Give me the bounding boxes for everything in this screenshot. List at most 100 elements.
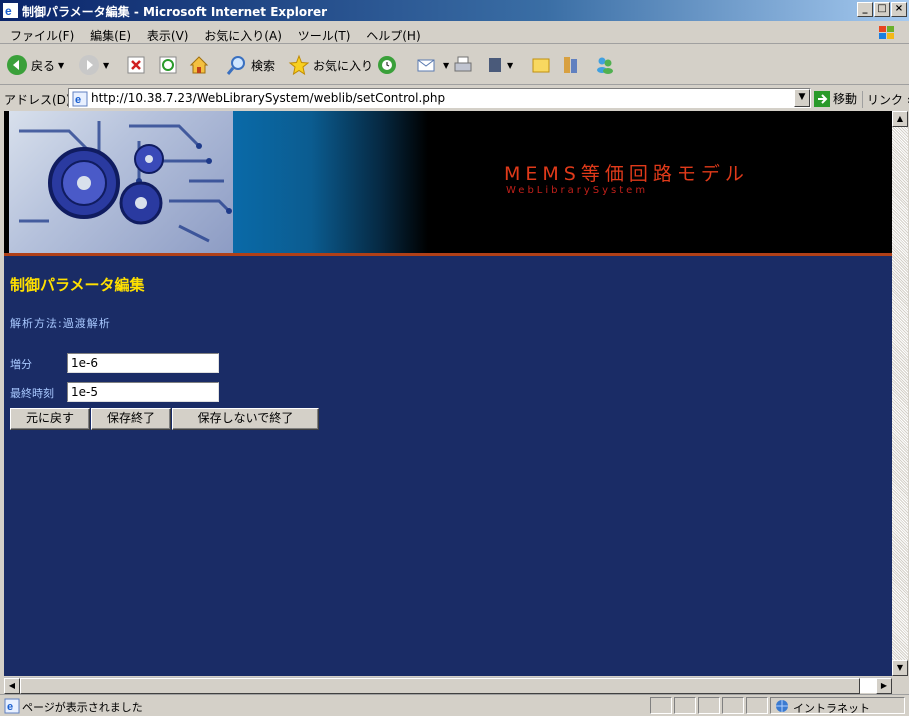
edit-dropdown-icon[interactable]: ▼ <box>507 61 513 70</box>
status-pane <box>674 697 696 714</box>
circuit-board-icon <box>19 121 232 243</box>
increment-label: 増分 <box>10 358 32 371</box>
search-icon <box>226 56 245 75</box>
svg-text:e: e <box>5 4 12 18</box>
menu-view[interactable]: 表示(V) <box>141 24 195 47</box>
revert-button[interactable]: 元に戻す <box>10 408 90 430</box>
window-controls: _ □ × <box>856 2 907 17</box>
mail-button[interactable]: ▼ <box>416 52 449 78</box>
search-button[interactable]: 検索 <box>226 52 275 78</box>
stop-button[interactable] <box>126 52 146 78</box>
security-zone: イントラネット <box>770 697 905 715</box>
search-label: 検索 <box>251 58 276 73</box>
save-exit-button[interactable]: 保存終了 <box>91 408 171 430</box>
home-button[interactable] <box>188 52 210 78</box>
go-label: 移動 <box>833 92 858 106</box>
status-pane <box>698 697 720 714</box>
vertical-scrollbar[interactable]: ▲ ▼ <box>892 111 908 676</box>
go-button[interactable]: 移動 <box>814 90 857 107</box>
history-icon <box>378 56 396 74</box>
status-text: ページが表示されました <box>22 701 143 714</box>
print-button[interactable] <box>452 52 474 78</box>
minimize-button[interactable]: _ <box>857 2 873 17</box>
research-icon <box>564 57 577 73</box>
exit-without-save-button[interactable]: 保存しないで終了 <box>172 408 319 430</box>
edit-button[interactable]: ▼ <box>486 52 513 78</box>
banner-divider <box>4 253 892 256</box>
close-button[interactable]: × <box>891 2 907 17</box>
browser-window: e 制御パラメータ編集 - Microsoft Internet Explore… <box>0 0 909 715</box>
address-input[interactable]: e http://10.38.7.23/WebLibrarySystem/web… <box>68 88 811 108</box>
links-button[interactable]: リンク » <box>862 91 909 108</box>
horizontal-scrollbar[interactable]: ◀ ▶ <box>4 677 892 694</box>
horizontal-scroll-thumb[interactable] <box>20 678 860 694</box>
final-time-label: 最終時刻 <box>10 387 54 400</box>
svg-text:e: e <box>7 701 13 713</box>
page-done-icon: e <box>4 698 20 714</box>
scroll-right-icon[interactable]: ▶ <box>876 678 892 694</box>
windows-logo-icon <box>879 26 894 39</box>
address-label: アドレス(D) <box>4 93 71 107</box>
research-button[interactable] <box>560 52 582 78</box>
menu-favorites[interactable]: お気に入り(A) <box>198 24 288 47</box>
banner-subtitle: WebLibrarySystem <box>506 185 649 196</box>
address-dropdown-icon[interactable]: ▼ <box>794 89 810 107</box>
banner-gradient <box>233 111 428 253</box>
page-title: 制御パラメータ編集 <box>10 276 145 294</box>
circuit-gears-image <box>9 111 233 253</box>
maximize-button[interactable]: □ <box>874 2 890 17</box>
title-bar[interactable]: e 制御パラメータ編集 - Microsoft Internet Explore… <box>0 0 909 21</box>
analysis-method-label: 解析方法:過渡解析 <box>10 317 111 330</box>
back-dropdown-icon[interactable]: ▼ <box>58 61 64 70</box>
increment-input[interactable] <box>67 353 219 373</box>
menu-edit[interactable]: 編集(E) <box>84 24 137 47</box>
messenger-icon <box>597 57 613 74</box>
menu-bar: ファイル(F) 編集(E) 表示(V) お気に入り(A) ツール(T) ヘルプ(… <box>0 22 909 44</box>
status-bar: e ページが表示されました イントラネット <box>0 694 909 715</box>
address-bar: アドレス(D) e http://10.38.7.23/WebLibrarySy… <box>0 86 909 110</box>
menu-tools[interactable]: ツール(T) <box>292 24 357 47</box>
svg-text:e: e <box>75 94 81 106</box>
final-time-input[interactable] <box>67 382 219 402</box>
scroll-left-icon[interactable]: ◀ <box>4 678 20 694</box>
mail-dropdown-icon[interactable]: ▼ <box>443 61 449 70</box>
go-arrow-icon <box>814 90 830 107</box>
forward-dropdown-icon[interactable]: ▼ <box>103 61 109 70</box>
home-icon <box>189 56 209 74</box>
edit-icon <box>489 58 501 72</box>
mail-icon <box>417 59 435 72</box>
status-pane <box>746 697 768 714</box>
folder-icon <box>532 58 550 73</box>
messenger-button[interactable] <box>594 52 616 78</box>
header-banner: MEMS等価回路モデル WebLibrarySystem <box>4 111 892 253</box>
back-arrow-icon <box>7 55 27 75</box>
ie-icon: e <box>3 3 18 18</box>
address-url: http://10.38.7.23/WebLibrarySystem/webli… <box>91 91 446 105</box>
status-pane <box>722 697 744 714</box>
page-content: MEMS等価回路モデル WebLibrarySystem 制御パラメータ編集 解… <box>4 111 892 676</box>
status-pane <box>650 697 672 714</box>
zone-label: イントラネット <box>793 702 870 715</box>
history-button[interactable] <box>376 52 398 78</box>
back-button[interactable]: 戻る ▼ <box>6 52 64 78</box>
window-title: 制御パラメータ編集 - Microsoft Internet Explorer <box>22 5 328 19</box>
banner-title: MEMS等価回路モデル <box>504 163 749 185</box>
forward-button[interactable]: ▼ <box>78 52 109 78</box>
menu-help[interactable]: ヘルプ(H) <box>360 24 426 47</box>
intranet-icon <box>776 700 788 712</box>
print-icon <box>454 56 472 72</box>
refresh-button[interactable] <box>158 52 178 78</box>
scroll-up-icon[interactable]: ▲ <box>892 111 908 127</box>
discuss-button[interactable] <box>530 52 552 78</box>
scrollbar-corner <box>892 677 908 693</box>
menu-file[interactable]: ファイル(F) <box>4 24 80 47</box>
forward-arrow-icon <box>79 55 99 75</box>
scroll-down-icon[interactable]: ▼ <box>892 660 908 676</box>
refresh-icon <box>159 56 177 74</box>
page-icon: e <box>72 91 88 107</box>
toolbar: 戻る ▼ ▼ 検索 お気に入り ▼ ▼ <box>0 45 909 85</box>
favorites-button[interactable]: お気に入り <box>288 52 373 78</box>
back-label: 戻る <box>31 58 56 73</box>
favorites-label: お気に入り <box>313 58 374 73</box>
stop-icon <box>127 56 145 74</box>
